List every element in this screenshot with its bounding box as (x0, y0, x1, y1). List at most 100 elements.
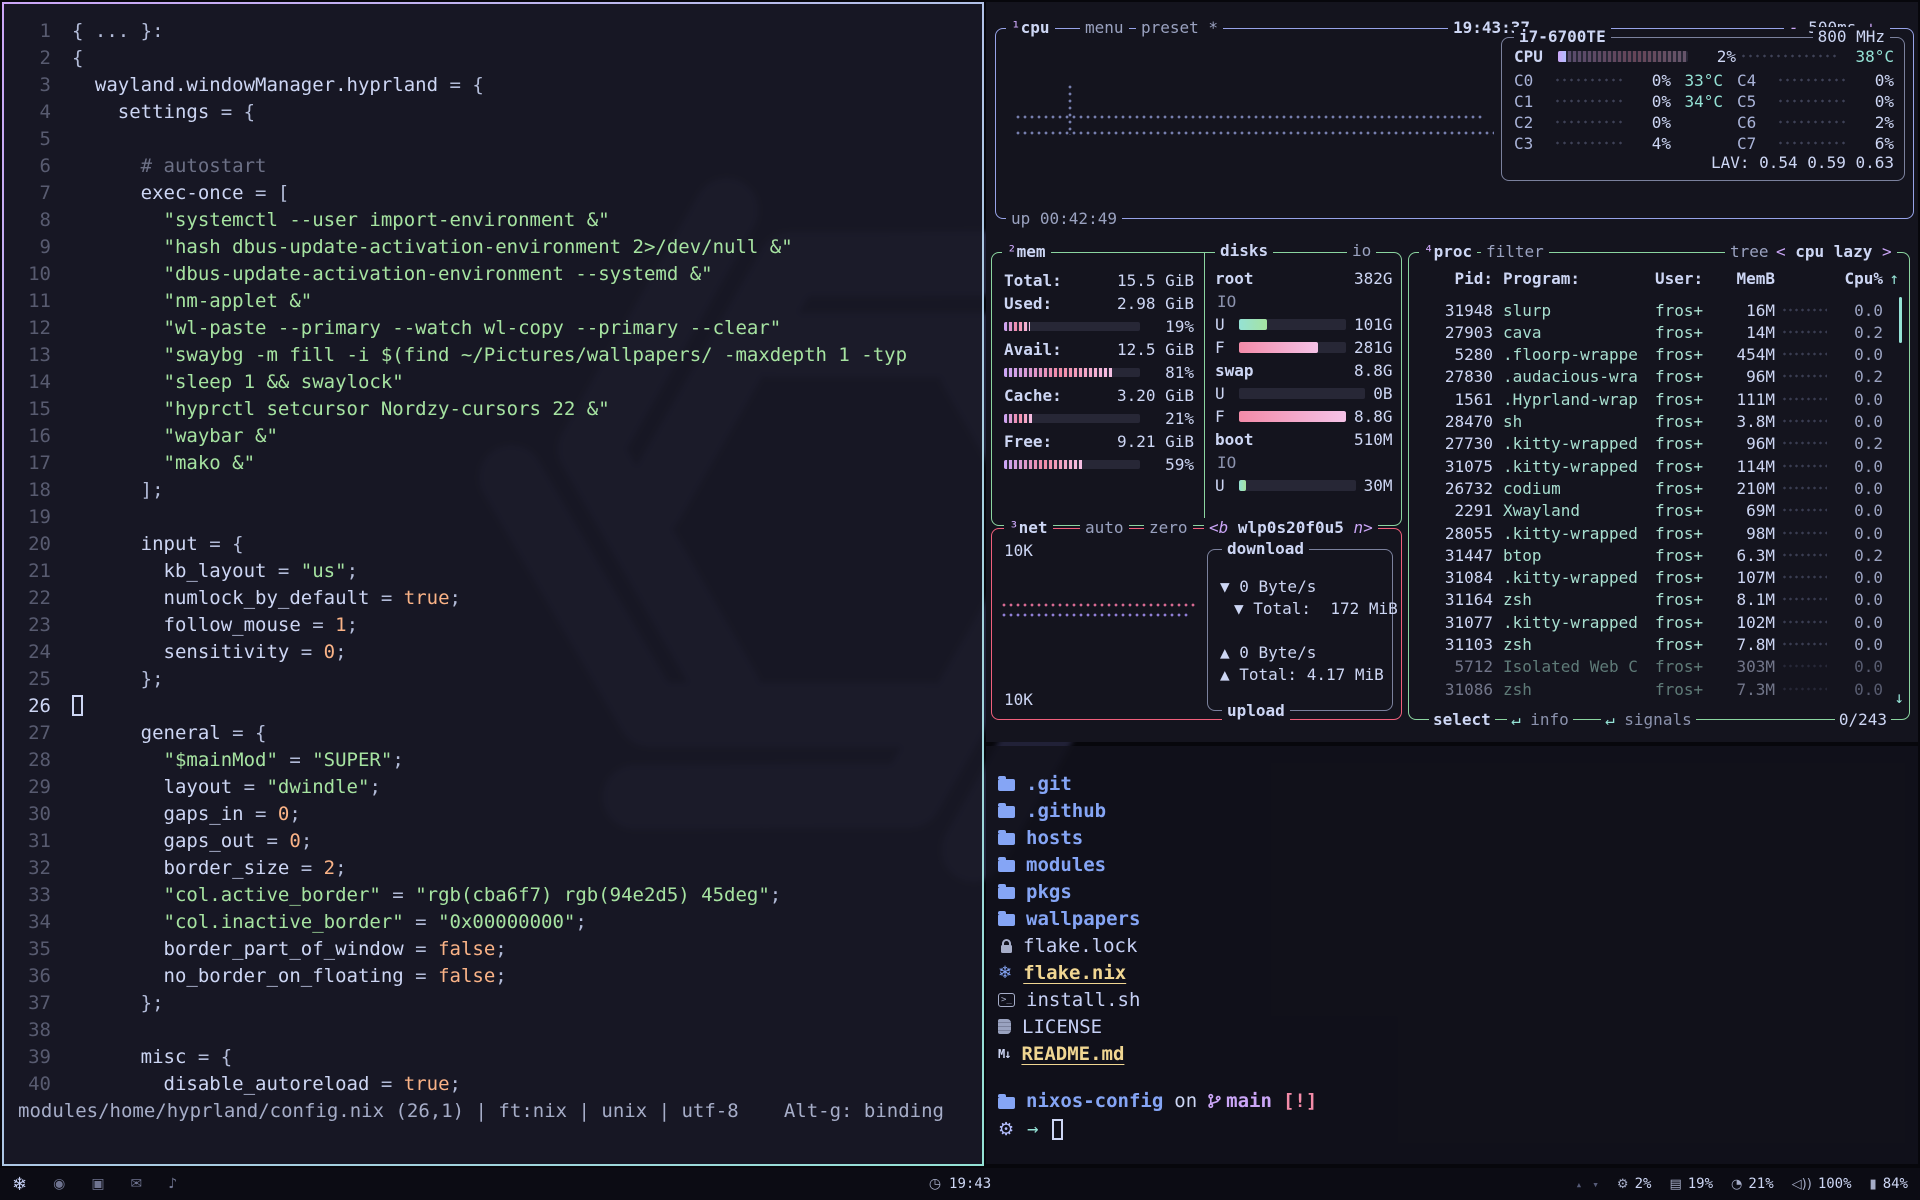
tray-down-icon[interactable]: ▾ (1592, 1178, 1599, 1191)
browser-icon[interactable]: ◉ (53, 1176, 65, 1192)
mem-history-dots (1783, 328, 1827, 337)
btop-net-box: ³net auto zero <b wlp0s20f0u5 n> 10K 10K… (991, 528, 1402, 720)
mem-stat-row: Avail:12.5 GiB (1004, 338, 1194, 360)
process-row[interactable]: 27830.audacious-wrafros+96M0.2 (1419, 366, 1899, 388)
process-row[interactable]: 5280.floorp-wrappefros+454M0.0 (1419, 344, 1899, 366)
process-row[interactable]: 1561.Hyprland-wrapfros+111M0.0 (1419, 388, 1899, 410)
file-row: flake.lock (998, 932, 1137, 959)
code-text: border_part_of_window = false; (72, 936, 507, 963)
code-text: disable_autoreload = true; (72, 1071, 461, 1098)
process-row[interactable]: 31103zshfros+7.8M0.0 (1419, 634, 1899, 656)
process-user: fros+ (1655, 657, 1719, 676)
net-box-title: ³net (1004, 518, 1053, 538)
cpu-core-row: C20%C62% (1514, 112, 1894, 132)
mem-stat-percent: 81% (1165, 363, 1194, 382)
code-token: ; (495, 965, 506, 987)
cpu-core-row: C34%C76% (1514, 133, 1894, 153)
editor-line: 37 }; (4, 990, 982, 1017)
bar-right: ▴ ▾ ⚙2% ▤19% ◔21% ◁))100% ▮84% (1576, 1176, 1908, 1192)
tray-up-icon[interactable]: ▴ (1576, 1178, 1583, 1191)
file-row: hosts (998, 824, 1083, 851)
process-mem: 102M (1719, 613, 1775, 632)
process-row[interactable]: 31164zshfros+8.1M0.0 (1419, 589, 1899, 611)
code-token: = (289, 641, 323, 663)
code-token: ; (301, 830, 312, 852)
process-row[interactable]: 27903cavafros+14M0.2 (1419, 321, 1899, 343)
mem-meter (1004, 322, 1140, 331)
code-token: "dwindle" (266, 776, 369, 798)
file-row: ❄flake.nix (998, 959, 1126, 986)
bar-clock[interactable]: ◷ 19:43 (929, 1176, 991, 1192)
disk-row: U0B (1215, 383, 1393, 405)
net-box-label: net (1019, 518, 1048, 537)
net-auto-toggle[interactable]: auto (1080, 518, 1129, 538)
core-name: C3 (1514, 134, 1550, 153)
device-next-button[interactable]: n> (1344, 518, 1373, 537)
core-load: 0% (1631, 92, 1671, 111)
process-row[interactable]: 31447btopfros+6.3M0.2 (1419, 544, 1899, 566)
btop-menu-button[interactable]: menu (1080, 18, 1129, 38)
btop-preset-button[interactable]: preset * (1136, 18, 1223, 38)
code-text: gaps_out = 0; (72, 828, 312, 855)
line-number: 38 (4, 1017, 51, 1044)
disks-pane: disks io root382GIOU101GF281Gswap8.8GU0B… (1204, 252, 1403, 527)
process-row[interactable]: 27730.kitty-wrappedfros+96M0.2 (1419, 433, 1899, 455)
proc-select-button[interactable]: select (1429, 710, 1495, 730)
bar-modules: ⚙2% ▤19% ◔21% ◁))100% ▮84% (1617, 1176, 1908, 1192)
process-name: .floorp-wrappe (1503, 345, 1655, 364)
mem-history-dots (1783, 595, 1827, 604)
process-row[interactable]: 2291Xwaylandfros+69M0.0 (1419, 500, 1899, 522)
process-row[interactable]: 5712Isolated Web Cfros+303M0.0 (1419, 656, 1899, 678)
code-token: true (404, 1073, 450, 1095)
proc-scrollbar-thumb[interactable] (1899, 297, 1902, 343)
process-row[interactable]: 31948slurpfros+16M0.0 (1419, 299, 1899, 321)
code-token: misc (72, 1046, 186, 1068)
music-icon[interactable]: ♪ (168, 1176, 177, 1192)
process-row[interactable]: 31077.kitty-wrappedfros+102M0.0 (1419, 611, 1899, 633)
bar-module-disk[interactable]: ◔21% (1731, 1176, 1774, 1192)
chat-icon[interactable]: ✉ (131, 1176, 143, 1192)
mem-history-dots (1783, 662, 1827, 671)
process-row[interactable]: 28055.kitty-wrappedfros+98M0.0 (1419, 522, 1899, 544)
process-row[interactable]: 28470shfros+3.8M0.0 (1419, 411, 1899, 433)
editor-buffer[interactable]: 1{ ... }:2{3 wayland.windowManager.hyprl… (4, 18, 982, 1098)
proc-info-button[interactable]: ↵ info (1507, 710, 1573, 730)
code-token: true (404, 587, 450, 609)
code-token: sensitivity (72, 641, 289, 663)
bar-module-cpu[interactable]: ⚙2% (1617, 1176, 1652, 1192)
code-text: { ... }: (72, 18, 164, 45)
process-row[interactable]: 31084.kitty-wrappedfros+107M0.0 (1419, 567, 1899, 589)
code-token: 1 (335, 614, 346, 636)
proc-signals-button[interactable]: ↵ signals (1601, 710, 1696, 730)
process-row[interactable]: 31075.kitty-wrappedfros+114M0.0 (1419, 455, 1899, 477)
terminal-icon[interactable]: ▣ (91, 1176, 104, 1192)
bar-module-battery[interactable]: ▮84% (1870, 1176, 1908, 1192)
device-prev-button[interactable]: <b (1209, 518, 1238, 537)
nixos-launcher-icon[interactable]: ❄ (12, 1174, 27, 1195)
disk-name: boot (1215, 430, 1254, 449)
net-zero-toggle[interactable]: zero (1144, 518, 1193, 538)
mem-meter (1004, 368, 1140, 377)
code-token: "mako &" (72, 452, 255, 474)
code-text: "$mainMod" = "SUPER"; (72, 747, 404, 774)
net-box-number: ³ (1009, 518, 1019, 537)
scroll-down-icon[interactable]: ↓ (1894, 688, 1904, 707)
editor-line: 27 general = { (4, 720, 982, 747)
interval-decrease-button[interactable]: - (1789, 18, 1799, 37)
upload-speed: ▲ 0 Byte/s (1220, 642, 1384, 662)
process-user: fros+ (1655, 568, 1719, 587)
bar-module-memory[interactable]: ▤19% (1669, 1176, 1713, 1192)
disk-row: root382G (1215, 268, 1393, 290)
process-row[interactable]: 26732codiumfros+210M0.0 (1419, 477, 1899, 499)
process-cpu: 0.2 (1835, 434, 1883, 453)
cpu-icon: ⚙ (1617, 1177, 1629, 1192)
process-row[interactable]: 31086zshfros+7.3M0.0 (1419, 678, 1899, 700)
core-name: C6 (1737, 113, 1773, 132)
code-token: "hash dbus-update-activation-environment… (72, 236, 793, 258)
uptime-label: up 00:42:49 (1006, 209, 1122, 229)
bar-module-volume[interactable]: ◁))100% (1792, 1176, 1852, 1192)
editor-line: 36 no_border_on_floating = false; (4, 963, 982, 990)
line-number: 39 (4, 1044, 51, 1071)
process-pid: 31103 (1419, 635, 1493, 654)
shell-input-line[interactable]: ⚙ → (998, 1118, 1063, 1140)
